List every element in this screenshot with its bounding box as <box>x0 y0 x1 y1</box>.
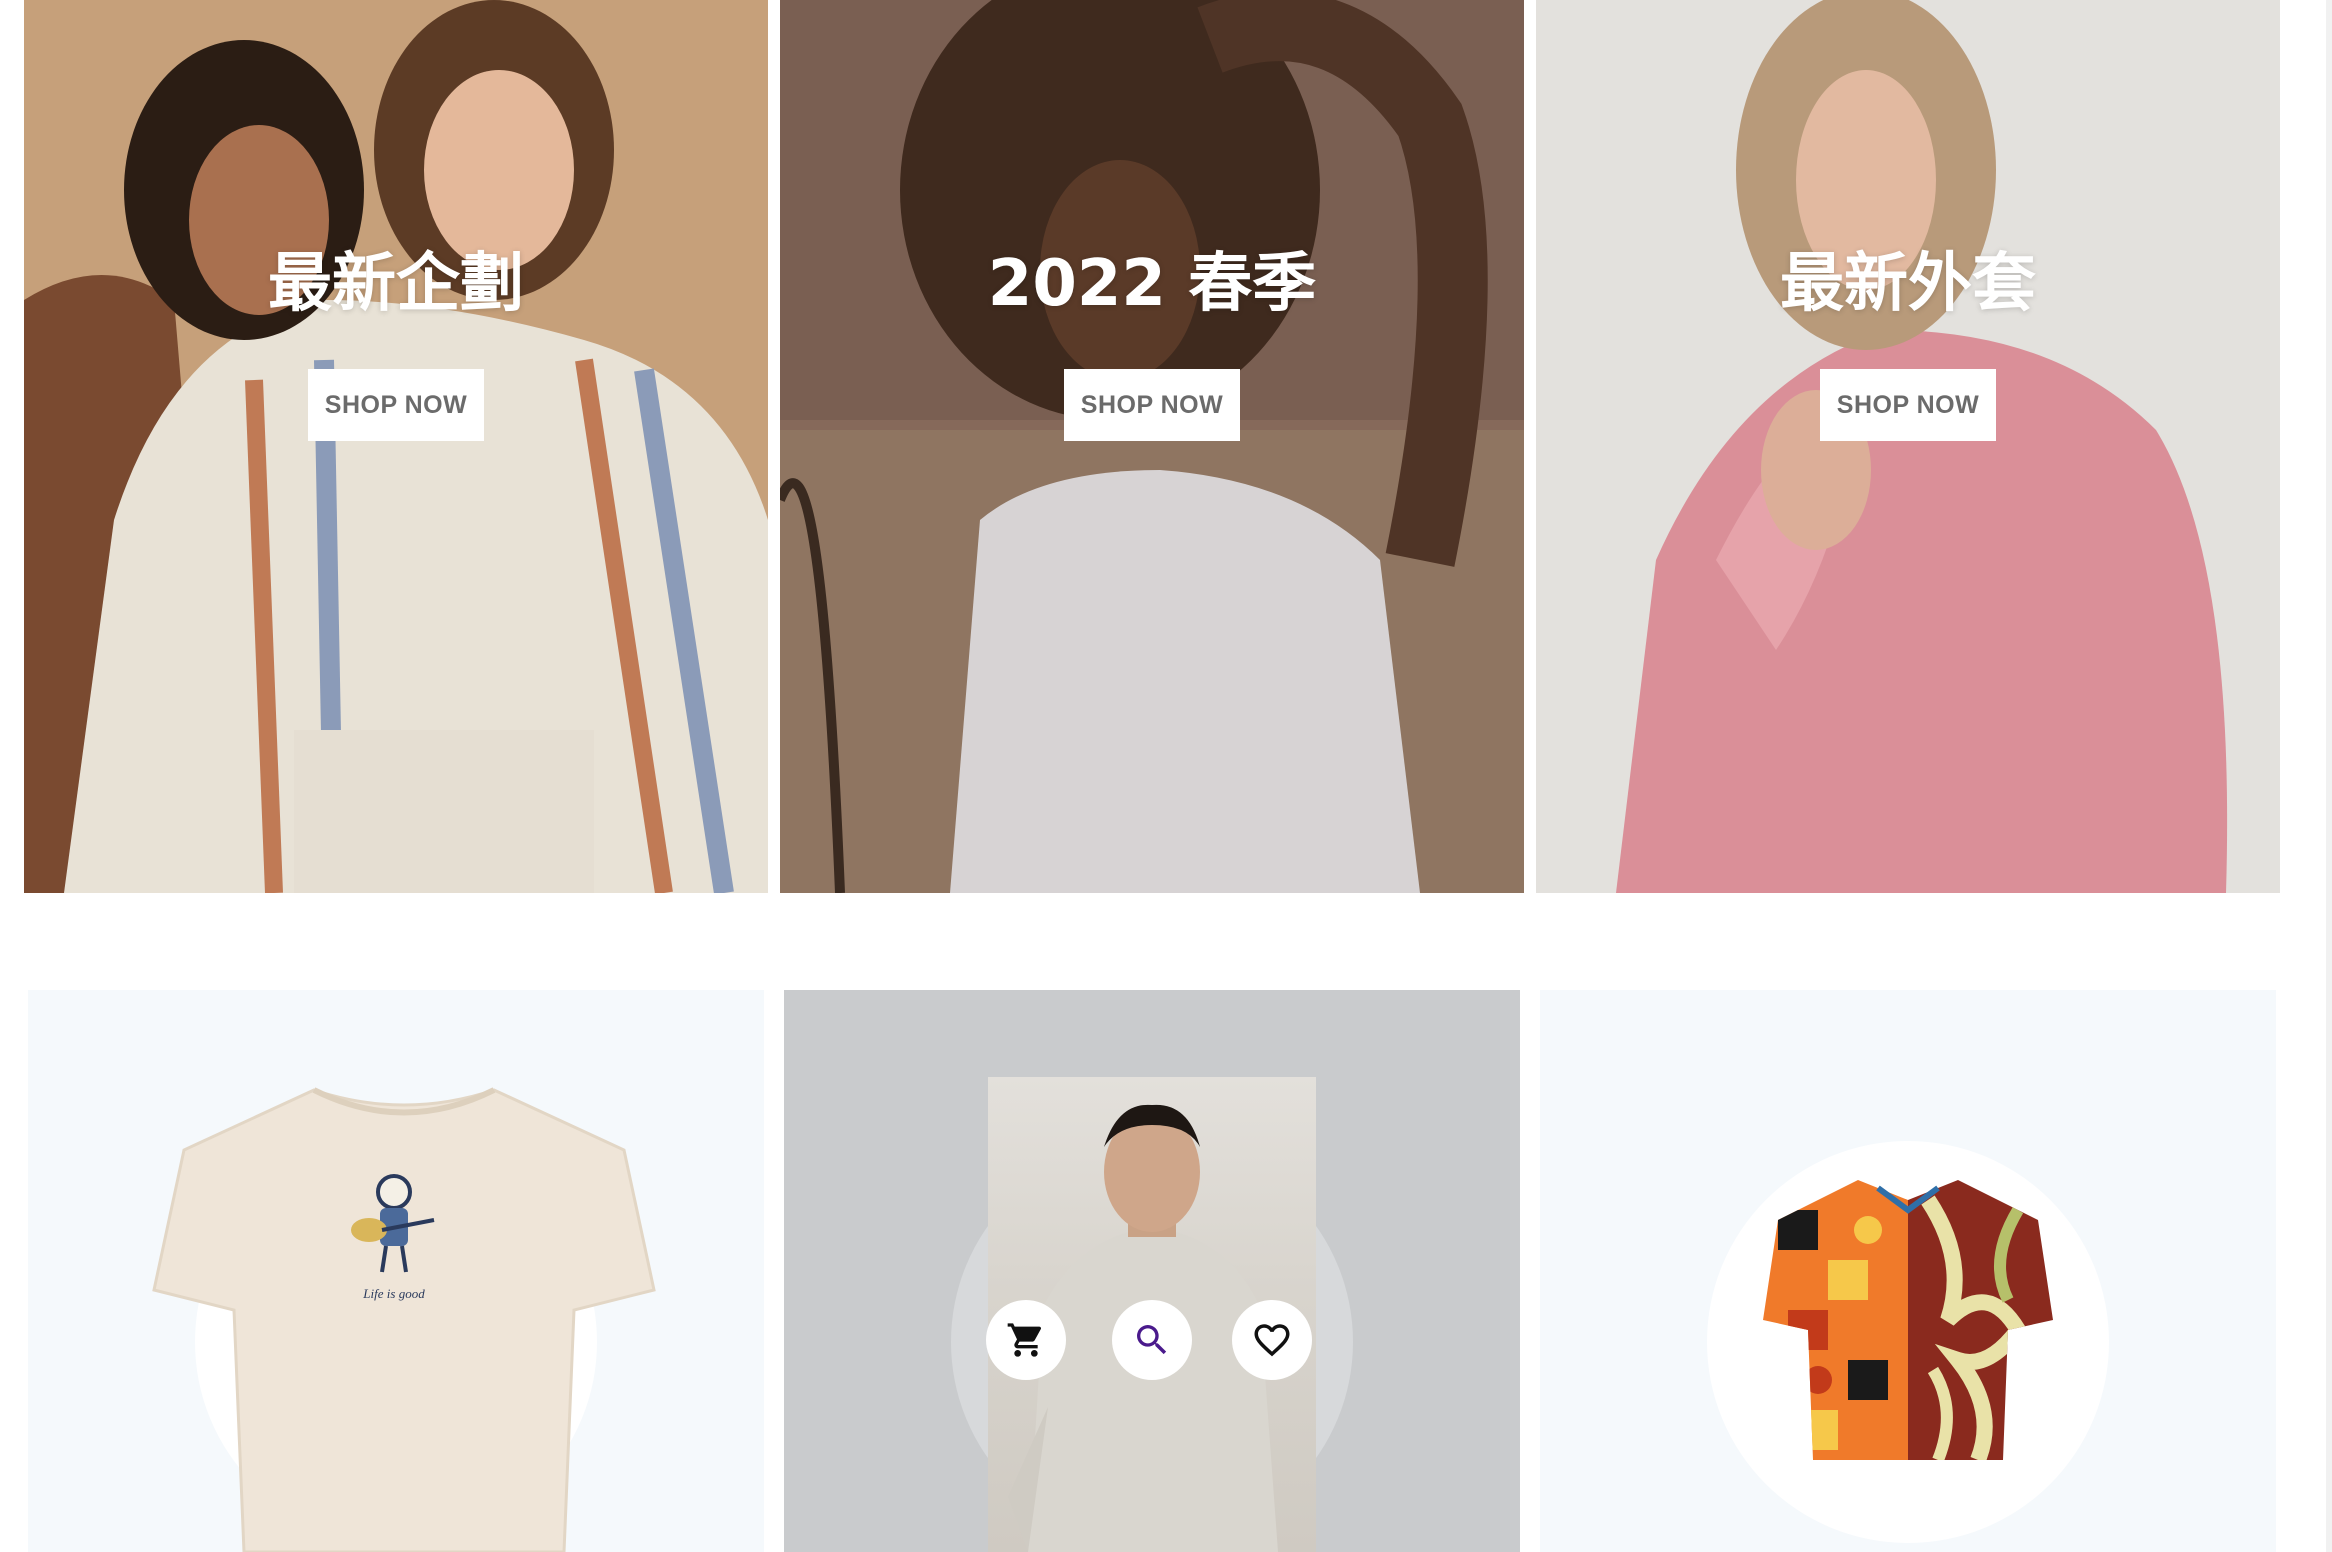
banner-photo-woman-curly-hair <box>780 0 1524 893</box>
page-scrollbar[interactable] <box>2326 0 2332 1552</box>
quick-view-button[interactable] <box>1112 1300 1192 1380</box>
product-card-tshirt[interactable]: Life is good <box>28 990 764 1552</box>
banner-photo-two-women <box>24 0 768 893</box>
banner-title: 最新企劃 <box>268 247 524 321</box>
search-icon <box>1137 1325 1167 1355</box>
product-card-sweater[interactable] <box>784 990 1520 1552</box>
banner-photo-woman-pink-shirt <box>1536 0 2280 893</box>
shop-now-button[interactable]: SHOP NOW <box>1820 369 1996 441</box>
heart-icon <box>1254 1324 1290 1357</box>
add-to-wishlist-button[interactable] <box>1232 1300 1312 1380</box>
tshirt-print-text: Life is good <box>362 1286 425 1301</box>
shop-now-button[interactable]: SHOP NOW <box>308 369 484 441</box>
banner-title: 2022 春季 <box>987 247 1317 321</box>
banner-latest-jackets[interactable]: 最新外套 SHOP NOW <box>1536 0 2280 893</box>
add-to-cart-button[interactable] <box>986 1300 1066 1380</box>
banner-2022-spring[interactable]: 2022 春季 SHOP NOW <box>780 0 1524 893</box>
banner-latest-project[interactable]: 最新企劃 SHOP NOW <box>24 0 768 893</box>
shop-now-button[interactable]: SHOP NOW <box>1064 369 1240 441</box>
product-card-printed-shirt[interactable] <box>1540 990 2276 1552</box>
product-image-tshirt: Life is good <box>152 1087 656 1552</box>
banner-title: 最新外套 <box>1780 247 2036 321</box>
cart-icon <box>1007 1323 1042 1357</box>
product-image-printed-shirt <box>1763 1180 2053 1460</box>
